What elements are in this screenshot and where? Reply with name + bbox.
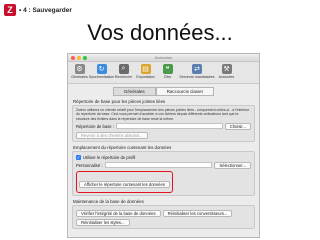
revert-absolute-paths-button[interactable]: Revenir à des chemins absolus...	[76, 131, 148, 139]
toolbar-sync[interactable]: ↻ Synchronisation	[89, 64, 114, 79]
search-icon: ⌕	[118, 64, 129, 74]
window-titlebar: Avancées	[68, 54, 259, 62]
zoom-window-icon[interactable]	[83, 56, 87, 60]
reset-styles-button[interactable]: Réinitialiser les styles...	[76, 218, 130, 226]
base-directory-label: Répertoire de base :	[76, 123, 114, 129]
toolbar-export[interactable]: ▤ Exportation	[136, 64, 155, 79]
maintenance-row-2: Réinitialiser les styles...	[76, 218, 251, 226]
gear-icon: ⚙	[74, 64, 85, 74]
data-directory-group: Emplacement du répertoire contenant les …	[72, 145, 255, 196]
choose-button[interactable]: Choisir...	[224, 122, 251, 130]
tab-general[interactable]: Générales	[112, 87, 156, 96]
toolbar-advanced[interactable]: ⚒ Avancées	[217, 64, 236, 79]
base-directory-field[interactable]	[115, 123, 223, 130]
zotero-logo-icon: Z	[4, 4, 16, 16]
preferences-window: Avancées ⚙ Générales ↻ Synchronisation ⌕…	[67, 53, 260, 238]
custom-directory-label: Personnalisé :	[76, 162, 103, 168]
toolbar-label: Recherche	[114, 75, 133, 79]
maintenance-box: Vérifier l'intégrité de la base de donné…	[72, 204, 255, 229]
advanced-icon: ⚒	[221, 64, 232, 74]
attachments-heading: Répertoire de base pour les pièces joint…	[73, 99, 166, 104]
check-integrity-button[interactable]: Vérifier l'intégrité de la base de donné…	[76, 209, 161, 217]
close-window-icon[interactable]	[71, 56, 75, 60]
data-directory-heading: Emplacement du répertoire contenant les …	[73, 144, 172, 150]
quote-icon: ❝	[162, 64, 173, 74]
preferences-toolbar: ⚙ Générales ↻ Synchronisation ⌕ Recherch…	[68, 62, 259, 84]
maintenance-heading: Maintenance de la base de données	[73, 198, 144, 204]
maintenance-row: Vérifier l'intégrité de la base de donné…	[76, 209, 251, 217]
toolbar-label: Générales	[71, 75, 88, 79]
toolbar-search[interactable]: ⌕ Recherche	[114, 64, 133, 79]
use-profile-directory-label: Utiliser le répertoire de profil	[83, 154, 136, 160]
window-title: Avancées	[154, 55, 173, 60]
toolbar-general[interactable]: ⚙ Générales	[70, 64, 89, 79]
data-directory-box: ✓ Utiliser le répertoire de profil Perso…	[72, 150, 255, 196]
toolbar-label: Synchronisation	[88, 75, 115, 79]
export-icon: ▤	[140, 64, 151, 74]
slide-section-label: • 4 : Sauvegarder	[19, 6, 72, 14]
reset-converters-button[interactable]: Réinitialiser les convertisseurs...	[162, 209, 233, 217]
toolbar-label: Avancées	[218, 75, 235, 79]
select-directory-button[interactable]: Sélectionner...	[214, 161, 251, 169]
show-data-directory-button[interactable]: Afficher le répertoire contenant les don…	[79, 180, 170, 188]
custom-directory-row: Personnalisé : Sélectionner...	[76, 161, 251, 169]
use-profile-directory-option[interactable]: ✓ Utiliser le répertoire de profil	[76, 154, 251, 160]
tab-keyboard-shortcuts[interactable]: Raccourcis clavier	[155, 87, 215, 96]
base-directory-row: Répertoire de base : Choisir...	[76, 122, 251, 130]
custom-directory-field[interactable]	[104, 162, 213, 169]
minimize-window-icon[interactable]	[77, 56, 81, 60]
slide-header: Z • 4 : Sauvegarder	[4, 4, 72, 16]
proxy-icon: ⇄	[192, 64, 202, 74]
attachments-group: Répertoire de base pour les pièces joint…	[72, 99, 255, 142]
revert-row: Revenir à des chemins absolus...	[76, 131, 251, 139]
maintenance-group: Maintenance de la base de données Vérifi…	[72, 199, 255, 229]
checkbox-checked-icon[interactable]: ✓	[76, 154, 81, 160]
toolbar-label: Serveurs mandataires	[179, 75, 215, 79]
toolbar-label: Citer	[163, 75, 172, 79]
toolbar-cite[interactable]: ❝ Citer	[158, 64, 177, 79]
attachments-box: Zotero utilisera un chemin relatif pour …	[72, 105, 255, 142]
highlight-annotation: Afficher le répertoire contenant les don…	[76, 170, 173, 193]
sync-icon: ↻	[96, 64, 107, 74]
attachments-description: Zotero utilisera un chemin relatif pour …	[76, 108, 250, 121]
window-controls	[71, 56, 87, 60]
toolbar-label: Exportation	[136, 75, 155, 79]
toolbar-proxies[interactable]: ⇄ Serveurs mandataires	[179, 64, 215, 79]
slide-title: Vos données...	[87, 20, 233, 45]
tab-bar: Générales Raccourcis clavier	[68, 87, 259, 96]
